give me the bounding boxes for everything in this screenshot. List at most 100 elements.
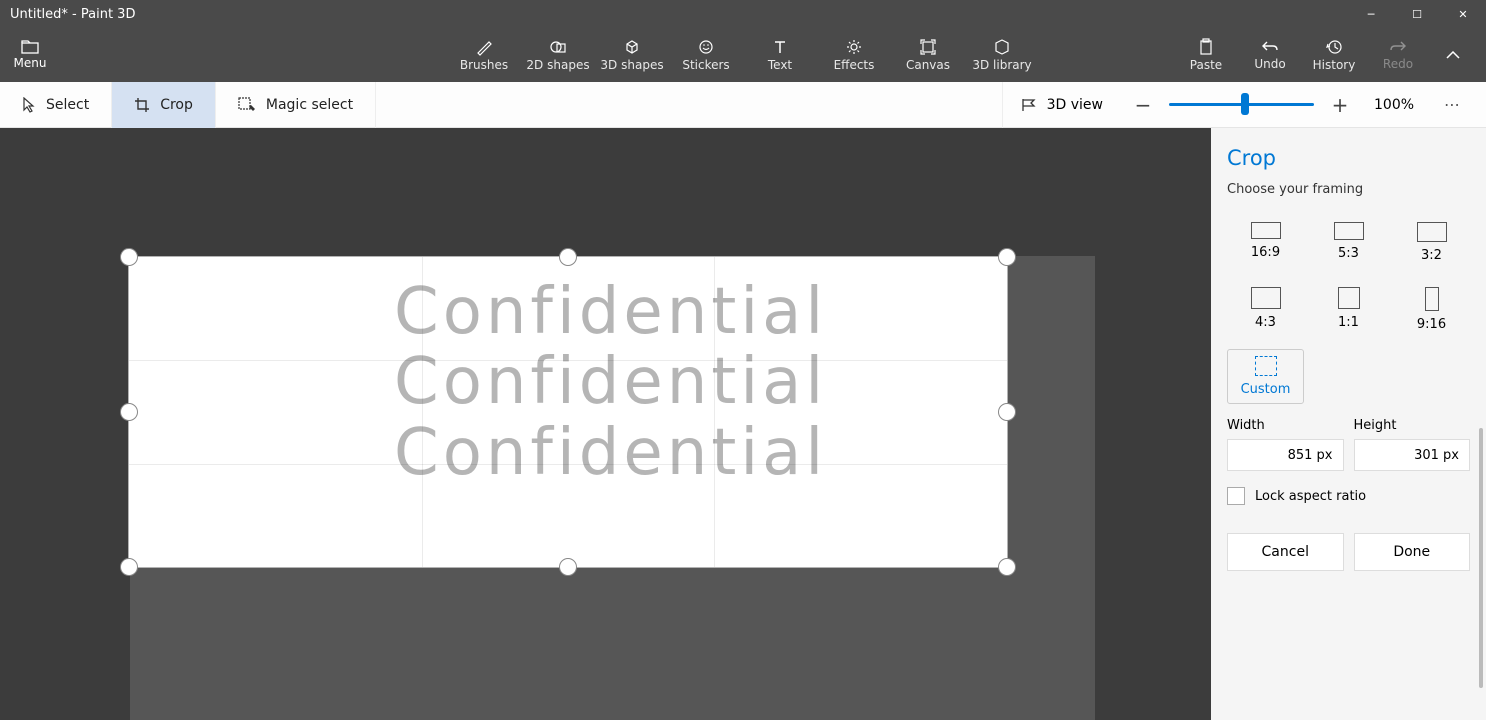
paste-icon (1198, 38, 1214, 56)
crop-handle-mid-right[interactable] (998, 403, 1016, 421)
dimensions: Width Height (1227, 418, 1470, 471)
3d-shapes-label: 3D shapes (600, 58, 663, 72)
ratio-icon (1338, 287, 1360, 309)
stickers-button[interactable]: Stickers (671, 28, 741, 82)
height-label: Height (1354, 418, 1471, 433)
title-bar: Untitled* - Paint 3D ─ ☐ ✕ (0, 0, 1486, 28)
undo-button[interactable]: Undo (1240, 28, 1300, 82)
crop-frame[interactable]: Confidential Confidential Confidential (128, 256, 1008, 568)
brushes-label: Brushes (460, 58, 508, 72)
window-title: Untitled* - Paint 3D (10, 7, 135, 22)
ratio-icon (1251, 222, 1281, 239)
ratio-label: 1:1 (1338, 315, 1359, 330)
text-label: Text (768, 58, 792, 72)
framing-1-1[interactable]: 1:1 (1310, 280, 1387, 339)
canvas-text-line: Confidential (394, 418, 1007, 488)
text-icon (771, 38, 789, 56)
history-button[interactable]: History (1304, 28, 1364, 82)
zoom-slider[interactable] (1169, 103, 1314, 106)
2d-shapes-icon (549, 38, 567, 56)
brushes-button[interactable]: Brushes (449, 28, 519, 82)
stickers-icon (697, 38, 715, 56)
width-input[interactable] (1227, 439, 1344, 471)
crop-panel: Crop Choose your framing 16:9 5:3 3:2 4:… (1211, 128, 1486, 720)
framing-16-9[interactable]: 16:9 (1227, 215, 1304, 270)
panel-title: Crop (1227, 146, 1470, 170)
history-label: History (1313, 58, 1356, 72)
3d-shapes-button[interactable]: 3D shapes (597, 28, 667, 82)
text-button[interactable]: Text (745, 28, 815, 82)
crop-handle-mid-left[interactable] (120, 403, 138, 421)
framing-custom[interactable]: Custom (1227, 349, 1304, 404)
2d-shapes-button[interactable]: 2D shapes (523, 28, 593, 82)
minimize-button[interactable]: ─ (1348, 0, 1394, 28)
zoom-in-button[interactable]: + (1326, 91, 1354, 119)
canvas-text-line: Confidential (394, 347, 1007, 417)
crop-grid-line (129, 360, 1007, 361)
crop-grid-line (714, 257, 715, 567)
crop-tool[interactable]: Crop (112, 82, 216, 128)
3d-view-toggle[interactable]: 3D view (1002, 82, 1121, 128)
ratio-icon (1425, 287, 1439, 311)
crop-handle-bottom-left[interactable] (120, 558, 138, 576)
effects-button[interactable]: Effects (819, 28, 889, 82)
select-label: Select (46, 97, 89, 113)
zoom-value[interactable]: 100% (1366, 97, 1422, 113)
crop-grid-line (422, 257, 423, 567)
canvas-text-line: Confidential (394, 277, 1007, 347)
framing-3-2[interactable]: 3:2 (1393, 215, 1470, 270)
magic-select-tool[interactable]: Magic select (216, 82, 376, 128)
redo-button: Redo (1368, 28, 1428, 82)
more-options-button[interactable]: ⋯ (1430, 95, 1476, 114)
crop-handle-top-center[interactable] (559, 248, 577, 266)
crop-handle-bottom-center[interactable] (559, 558, 577, 576)
3d-library-button[interactable]: 3D library (967, 28, 1037, 82)
history-icon (1325, 38, 1343, 56)
folder-icon (21, 40, 39, 54)
collapse-ribbon-button[interactable] (1432, 43, 1474, 67)
framing-5-3[interactable]: 5:3 (1310, 215, 1387, 270)
2d-shapes-label: 2D shapes (526, 58, 589, 72)
height-col: Height (1354, 418, 1471, 471)
menu-button[interactable]: Menu (0, 28, 60, 82)
height-input[interactable] (1354, 439, 1471, 471)
crop-handle-bottom-right[interactable] (998, 558, 1016, 576)
tool-row-right: 3D view − + 100% ⋯ (1002, 82, 1486, 128)
paste-button[interactable]: Paste (1176, 28, 1236, 82)
crop-icon (134, 97, 150, 113)
canvas-label: Canvas (906, 58, 950, 72)
3d-shapes-icon (623, 38, 641, 56)
crop-handle-top-left[interactable] (120, 248, 138, 266)
3d-library-icon (993, 38, 1011, 56)
canvas-button[interactable]: Canvas (893, 28, 963, 82)
panel-scrollbar[interactable] (1479, 428, 1483, 688)
crop-handle-top-right[interactable] (998, 248, 1016, 266)
framing-9-16[interactable]: 9:16 (1393, 280, 1470, 339)
close-button[interactable]: ✕ (1440, 0, 1486, 28)
zoom-slider-thumb[interactable] (1241, 93, 1249, 115)
ribbon-center: Brushes 2D shapes 3D shapes Stickers Tex… (449, 28, 1037, 82)
zoom-control: − + 100% (1129, 91, 1422, 119)
undo-label: Undo (1254, 57, 1285, 71)
maximize-button[interactable]: ☐ (1394, 0, 1440, 28)
zoom-out-button[interactable]: − (1129, 91, 1157, 119)
window-controls: ─ ☐ ✕ (1348, 0, 1486, 28)
effects-label: Effects (834, 58, 875, 72)
width-col: Width (1227, 418, 1344, 471)
magic-select-icon (238, 97, 256, 113)
framing-4-3[interactable]: 4:3 (1227, 280, 1304, 339)
lock-aspect-label: Lock aspect ratio (1255, 489, 1366, 504)
paste-label: Paste (1190, 58, 1222, 72)
cancel-button[interactable]: Cancel (1227, 533, 1344, 571)
3d-library-label: 3D library (972, 58, 1031, 72)
lock-aspect-checkbox[interactable] (1227, 487, 1245, 505)
done-button[interactable]: Done (1354, 533, 1471, 571)
select-tool[interactable]: Select (0, 82, 112, 128)
lock-aspect-row[interactable]: Lock aspect ratio (1227, 487, 1470, 505)
width-label: Width (1227, 418, 1344, 433)
3d-view-label: 3D view (1047, 97, 1103, 113)
chevron-up-icon (1446, 51, 1460, 59)
custom-ratio-icon (1255, 356, 1277, 376)
canvas-viewport[interactable]: Confidential Confidential Confidential (0, 128, 1211, 720)
ratio-label: Custom (1241, 382, 1291, 397)
